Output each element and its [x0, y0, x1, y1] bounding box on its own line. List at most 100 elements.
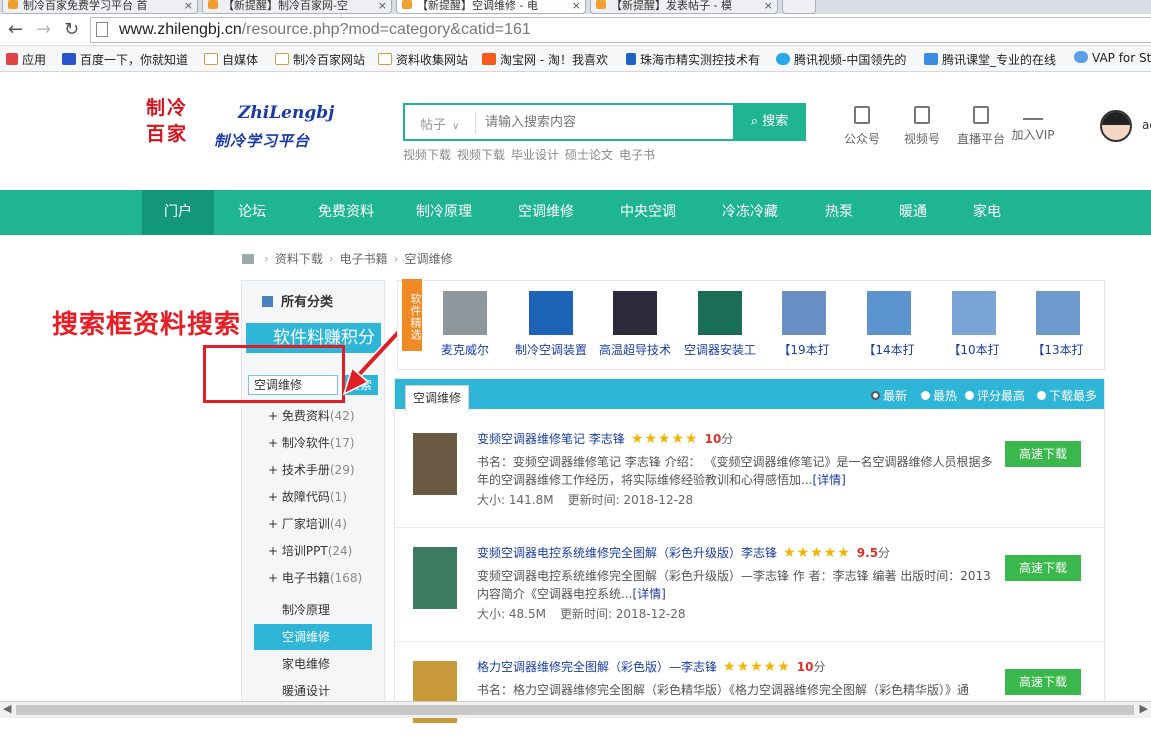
item-description: 变频空调器电控系统维修完全图解（彩色升级版）—李志锋 作 者：李志锋 编著 出版…: [477, 569, 991, 601]
breadcrumb-item[interactable]: 空调维修: [404, 252, 452, 266]
item-title[interactable]: 格力空调器维修完全图解（彩色版）—李志锋: [477, 660, 717, 674]
details-link[interactable]: [详情]: [812, 473, 845, 487]
bookmark-item[interactable]: 腾讯课堂_专业的在线: [924, 51, 1056, 68]
radio-icon: [965, 391, 974, 400]
featured-item[interactable]: 【14本打: [846, 291, 932, 358]
download-button[interactable]: 高速下载: [1005, 555, 1081, 581]
close-icon[interactable]: ×: [378, 0, 387, 11]
subcategory-item[interactable]: 制冷原理: [254, 597, 372, 623]
category-item[interactable]: + 电子书籍(168): [268, 569, 362, 586]
browser-tab[interactable]: 【新提醒】制冷百家网-空 ×: [202, 0, 392, 14]
browser-tab[interactable]: 制冷百家免费学习平台 首 ×: [2, 0, 198, 14]
logo-slogan: 制冷学习平台: [214, 132, 311, 150]
featured-item[interactable]: 麦克威尔: [422, 291, 508, 358]
bookmark-item[interactable]: 珠海市精实测控技术有: [626, 51, 760, 68]
search-icon: ⌕: [750, 114, 763, 129]
category-item[interactable]: + 厂家培训(4): [268, 515, 347, 532]
nav-item-free[interactable]: 免费资料: [296, 190, 396, 235]
category-item[interactable]: + 培训PPT(24): [268, 542, 352, 559]
avatar[interactable]: [1100, 110, 1132, 142]
header-link-live[interactable]: 直播平台: [951, 106, 1011, 147]
site-logo[interactable]: 制冷百家: [146, 95, 206, 147]
url-field[interactable]: www.zhilengbj.cn/resource.php?mod=catego…: [90, 17, 1151, 43]
bookmark-item[interactable]: 淘宝网 - 淘！我喜欢: [482, 51, 608, 68]
nav-item-hvac[interactable]: 暖通: [886, 190, 940, 235]
featured-badge: 软件精选: [402, 279, 422, 351]
nav-item-cold-storage[interactable]: 冷冻冷藏: [708, 190, 792, 235]
scroll-right-icon[interactable]: ▶: [1140, 702, 1148, 715]
reload-icon[interactable]: ↻: [64, 20, 79, 40]
header-link-video[interactable]: 视频号: [892, 106, 952, 147]
details-link[interactable]: [详情]: [632, 587, 665, 601]
search-button[interactable]: ⌕ 搜索: [733, 103, 806, 141]
nav-item-home[interactable]: 门户: [142, 190, 214, 235]
download-button[interactable]: 高速下载: [1005, 669, 1081, 695]
breadcrumb-item[interactable]: 资料下载: [275, 252, 323, 266]
horizontal-scrollbar[interactable]: ◀ ▶: [0, 701, 1151, 718]
nav-item-forum[interactable]: 论坛: [220, 190, 284, 235]
scrollbar-thumb[interactable]: [16, 705, 1134, 715]
sort-option-rating[interactable]: 评分最高: [965, 387, 1025, 404]
scroll-left-icon[interactable]: ◀: [3, 702, 11, 715]
hot-link[interactable]: 视频下载: [403, 148, 451, 162]
bookmark-item[interactable]: 腾讯视频-中国领先的: [776, 51, 906, 68]
home-icon[interactable]: [242, 254, 254, 264]
new-tab-button[interactable]: [782, 0, 816, 14]
radio-icon: [871, 391, 880, 400]
close-icon[interactable]: ×: [184, 0, 193, 11]
search-input[interactable]: [485, 114, 725, 129]
back-arrow-icon[interactable]: ←: [8, 20, 23, 40]
sort-option-newest[interactable]: 最新: [871, 387, 907, 404]
hot-link[interactable]: 视频下载: [457, 148, 505, 162]
close-icon[interactable]: ×: [572, 0, 581, 11]
featured-item[interactable]: 【13本打: [1015, 291, 1101, 358]
subcategory-item-active[interactable]: 空调维修: [254, 624, 372, 650]
featured-item[interactable]: 【10本打: [931, 291, 1017, 358]
header-link-wechat[interactable]: 公众号: [832, 106, 892, 147]
bookmark-item[interactable]: 制冷百家网站: [275, 51, 365, 68]
site-favicon-icon: [596, 0, 606, 9]
featured-item[interactable]: 高温超导技术: [592, 291, 678, 358]
thumbnail: [529, 291, 573, 335]
hot-link[interactable]: 毕业设计: [511, 148, 559, 162]
item-title[interactable]: 变频空调器维修笔记 李志锋: [477, 432, 625, 446]
category-item[interactable]: + 制冷软件(17): [268, 434, 355, 451]
bookmark-item[interactable]: VAP for St: [1074, 51, 1151, 65]
book-cover[interactable]: [413, 547, 457, 609]
user-name[interactable]: ad: [1142, 118, 1151, 132]
nav-item-principle[interactable]: 制冷原理: [402, 190, 486, 235]
bookmark-item[interactable]: 自媒体: [204, 51, 258, 68]
list-item: 变频空调器电控系统维修完全图解（彩色升级版）李志锋 ★★★★★ 9.5分 变频空调器…: [395, 529, 1104, 642]
featured-item[interactable]: 空调器安装工: [677, 291, 763, 358]
breadcrumb-item[interactable]: 电子书籍: [340, 252, 388, 266]
nav-item-appliance[interactable]: 家电: [960, 190, 1014, 235]
forward-arrow-icon[interactable]: →: [36, 20, 51, 40]
category-item[interactable]: + 故障代码(1): [268, 488, 347, 505]
featured-item[interactable]: 【19本打: [761, 291, 847, 358]
browser-tab-active[interactable]: 【新提醒】空调维修 - 电 ×: [396, 0, 586, 14]
tencent-video-icon: [776, 53, 790, 65]
bookmark-apps[interactable]: 应用: [6, 51, 46, 68]
search-type-select[interactable]: 帖子 ∨: [420, 114, 459, 133]
bookmark-item[interactable]: 资料收集网站: [378, 51, 468, 68]
header-link-vip[interactable]: 加入VIP: [1003, 106, 1063, 143]
browser-tab-label: 【新提醒】制冷百家网-空: [223, 0, 348, 12]
hot-link[interactable]: 硕士论文: [565, 148, 613, 162]
sort-option-downloads[interactable]: 下载最多: [1037, 387, 1097, 404]
close-icon[interactable]: ×: [764, 0, 773, 11]
nav-item-ac-repair[interactable]: 空调维修: [504, 190, 588, 235]
nav-item-central-ac[interactable]: 中央空调: [606, 190, 690, 235]
featured-item[interactable]: 制冷空调装置: [508, 291, 594, 358]
bookmark-item[interactable]: 百度一下，你就知道: [62, 51, 188, 68]
book-cover[interactable]: [413, 433, 457, 495]
category-item[interactable]: + 免费资料(42): [268, 407, 355, 424]
hot-link[interactable]: 电子书: [619, 148, 655, 162]
subcategory-item[interactable]: 家电维修: [254, 651, 372, 677]
download-button[interactable]: 高速下载: [1005, 441, 1081, 467]
nav-item-heat-pump[interactable]: 热泵: [812, 190, 866, 235]
tab-ac-repair[interactable]: 空调维修: [405, 385, 469, 411]
browser-tab[interactable]: 【新提醒】发表帖子 - 模 ×: [590, 0, 778, 14]
category-item[interactable]: + 技术手册(29): [268, 461, 355, 478]
sort-option-hot[interactable]: 最热: [921, 387, 957, 404]
item-title[interactable]: 变频空调器电控系统维修完全图解（彩色升级版）李志锋: [477, 546, 777, 560]
